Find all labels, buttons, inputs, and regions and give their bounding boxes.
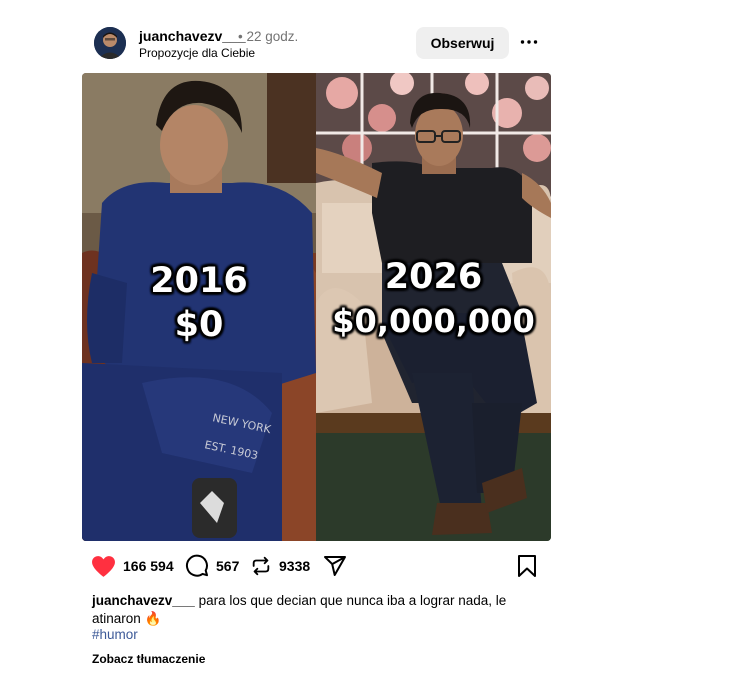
- caption-username[interactable]: juanchavezv___: [92, 593, 195, 608]
- post-username[interactable]: juanchavezv___: [139, 28, 246, 44]
- post-image[interactable]: NEW YORK EST. 1903 2016 $0 2026 $0,000,0…: [82, 73, 551, 541]
- right-money-label: $0,000,000: [332, 302, 535, 340]
- share-button[interactable]: [323, 552, 347, 580]
- repost-count: 9338: [279, 558, 311, 574]
- comment-icon: [185, 554, 209, 578]
- repost-button[interactable]: 9338: [250, 552, 310, 580]
- bookmark-icon: [516, 554, 538, 578]
- more-options-icon[interactable]: [519, 32, 539, 52]
- like-count: 166 594: [123, 558, 174, 574]
- left-caption: 2016 $0: [82, 259, 316, 347]
- comment-button[interactable]: 567: [185, 552, 239, 580]
- right-year-label: 2026: [384, 257, 483, 297]
- left-year-label: 2016: [150, 261, 248, 301]
- suggestion-label: Propozycje dla Ciebie: [139, 46, 256, 60]
- post-timestamp: • 22 godz.: [238, 29, 299, 44]
- share-icon: [323, 554, 347, 578]
- hashtag-link[interactable]: #humor: [92, 627, 138, 642]
- comment-count: 567: [216, 558, 240, 574]
- see-translation-button[interactable]: Zobacz tłumaczenie: [92, 652, 205, 666]
- left-money-label: $0: [174, 305, 224, 345]
- post-header: juanchavezv___ • 22 godz. Propozycje dla…: [94, 26, 550, 62]
- repost-icon: [250, 555, 272, 577]
- like-button[interactable]: 166 594: [91, 552, 174, 580]
- post-actions: 166 594 567 9338: [91, 552, 541, 580]
- right-caption: 2026 $0,000,000: [316, 255, 551, 343]
- follow-button[interactable]: Obserwuj: [416, 27, 509, 59]
- avatar[interactable]: [94, 27, 126, 59]
- heart-icon: [91, 555, 116, 578]
- save-button[interactable]: [516, 552, 538, 580]
- post-caption: juanchavezv___ para los que decian que n…: [92, 592, 532, 628]
